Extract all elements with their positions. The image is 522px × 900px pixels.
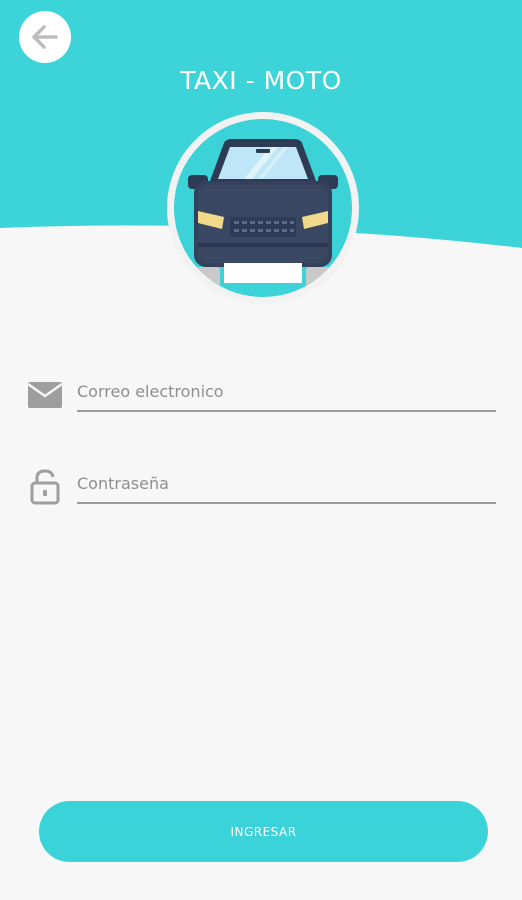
password-input[interactable] <box>77 464 496 504</box>
app-title: TAXI - MOTO <box>180 66 342 95</box>
back-button[interactable] <box>19 11 71 63</box>
avatar-circle <box>174 119 352 297</box>
arrow-left-icon <box>32 25 58 49</box>
password-field-row <box>25 464 497 514</box>
email-input[interactable] <box>77 372 496 412</box>
login-button[interactable]: INGRESAR <box>39 801 488 862</box>
mail-icon <box>27 382 63 408</box>
avatar <box>167 112 359 304</box>
car-icon <box>188 139 338 287</box>
email-field-row <box>25 372 497 422</box>
lock-icon <box>30 469 60 505</box>
